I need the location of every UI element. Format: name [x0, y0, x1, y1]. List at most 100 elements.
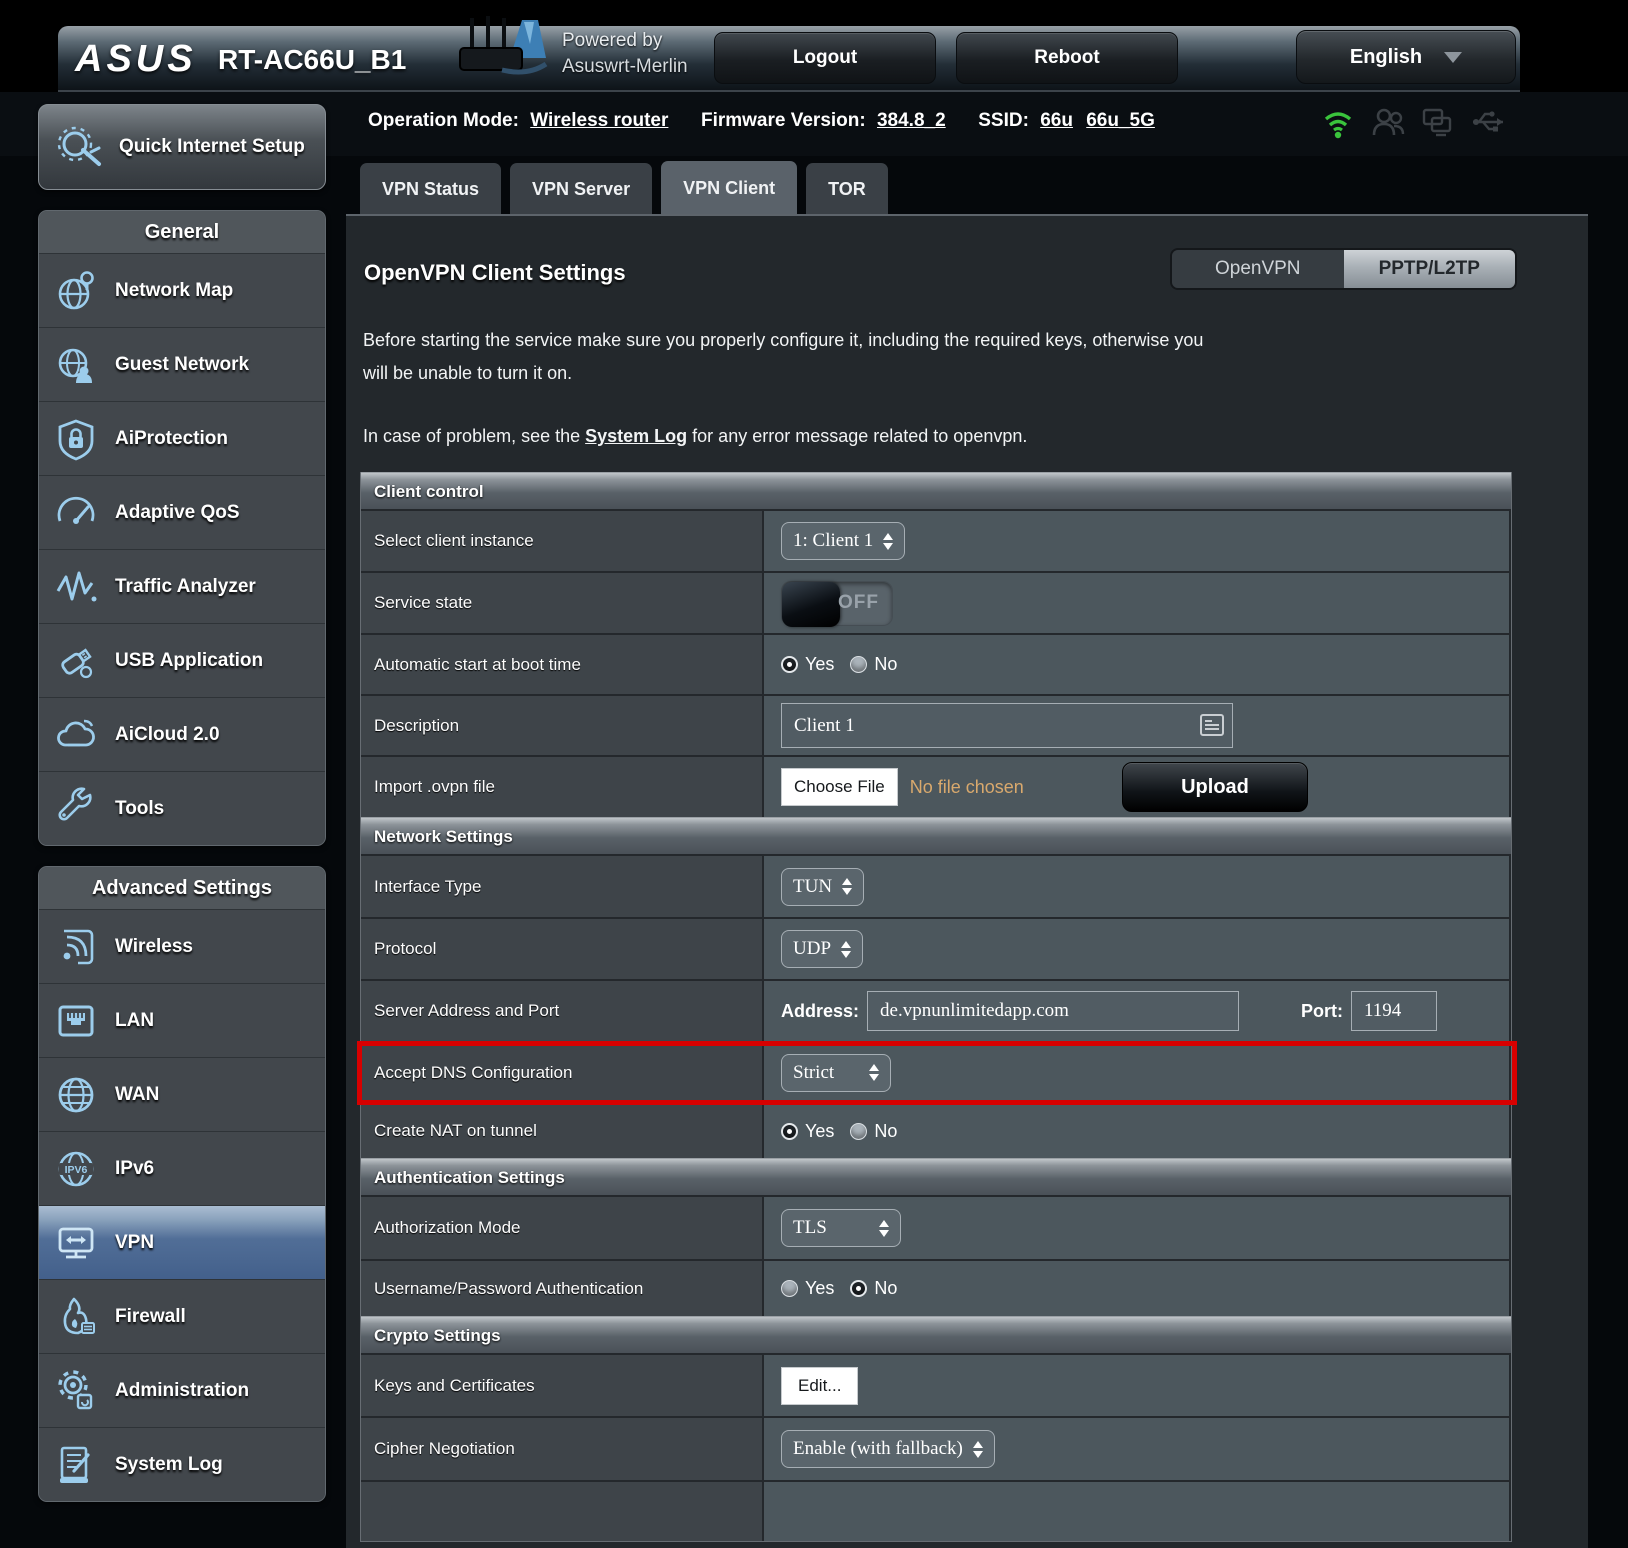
- toggle-knob: [782, 582, 840, 627]
- sidebar-item-adaptive-qos[interactable]: Adaptive QoS: [39, 475, 325, 549]
- sidebar: Quick Internet Setup General Network Map…: [38, 104, 326, 1502]
- select-arrows-icon: [842, 878, 852, 895]
- adaptive-qos-gauge-icon: [53, 490, 99, 536]
- openvpn-type-button[interactable]: OpenVPN: [1172, 250, 1344, 288]
- problem-hint-text: In case of problem, see the System Log f…: [363, 426, 1027, 447]
- select-arrows-icon: [869, 1064, 879, 1081]
- sidebar-item-aiprotection[interactable]: AiProtection: [39, 401, 325, 475]
- administration-gear-icon: [53, 1368, 99, 1414]
- main-content-panel: OpenVPN Client Settings OpenVPN PPTP/L2T…: [346, 214, 1588, 1548]
- no-file-chosen-text: No file chosen: [910, 777, 1024, 798]
- quick-internet-setup-button[interactable]: Quick Internet Setup: [38, 104, 326, 190]
- firmware-version-link[interactable]: 384.8_2: [877, 110, 946, 131]
- sidebar-item-ipv6[interactable]: IPV6 IPv6: [39, 1131, 325, 1205]
- sidebar-item-system-log[interactable]: System Log: [39, 1427, 325, 1501]
- ssid-24g-link[interactable]: 66u: [1040, 110, 1073, 131]
- userpass-no-radio[interactable]: [850, 1280, 867, 1297]
- userpass-yes-radio[interactable]: [781, 1280, 798, 1297]
- sidebar-item-administration[interactable]: Administration: [39, 1353, 325, 1427]
- sidebar-item-wan[interactable]: WAN: [39, 1057, 325, 1131]
- pptp-l2tp-type-button[interactable]: PPTP/L2TP: [1344, 250, 1516, 288]
- protocol-label: Protocol: [361, 919, 764, 979]
- clients-status-icon[interactable]: [1370, 104, 1406, 140]
- crypto-settings-header: Crypto Settings: [361, 1316, 1511, 1353]
- description-label: Description: [361, 696, 764, 755]
- sidebar-item-usb-application[interactable]: USB Application: [39, 623, 325, 697]
- authentication-settings-header: Authentication Settings: [361, 1158, 1511, 1195]
- sidebar-item-guest-network[interactable]: Guest Network: [39, 327, 325, 401]
- tools-wrench-icon: [53, 786, 99, 832]
- description-input[interactable]: [781, 703, 1233, 748]
- upload-button[interactable]: Upload: [1122, 762, 1308, 812]
- vpn-icon: [53, 1220, 99, 1266]
- client-instance-select[interactable]: 1: Client 1: [781, 522, 905, 560]
- edit-keys-button[interactable]: Edit...: [781, 1367, 858, 1405]
- openvpn-settings-table: Client control Select client instance 1:…: [360, 472, 1512, 1542]
- page-title: OpenVPN Client Settings: [364, 260, 626, 286]
- asus-logo: ASUS: [75, 38, 197, 81]
- sidebar-item-firewall[interactable]: Firewall: [39, 1279, 325, 1353]
- nat-yes-radio[interactable]: [781, 1123, 798, 1140]
- cipher-negotiation-select[interactable]: Enable (with fallback): [781, 1430, 995, 1468]
- tab-vpn-status[interactable]: VPN Status: [360, 163, 501, 215]
- contact-card-icon[interactable]: [1200, 714, 1224, 736]
- auto-start-yes-radio[interactable]: [781, 656, 798, 673]
- create-nat-label: Create NAT on tunnel: [361, 1104, 764, 1158]
- svg-text:IPV6: IPV6: [65, 1164, 88, 1176]
- tab-vpn-server[interactable]: VPN Server: [510, 163, 652, 215]
- sidebar-item-traffic-analyzer[interactable]: Traffic Analyzer: [39, 549, 325, 623]
- tab-vpn-client[interactable]: VPN Client: [661, 161, 797, 215]
- usb-status-icon[interactable]: [1470, 104, 1506, 140]
- select-arrows-icon: [883, 533, 893, 550]
- interface-type-select[interactable]: TUN: [781, 868, 864, 906]
- general-group: General Network Map Guest Network AiProt…: [38, 210, 326, 846]
- nat-no-radio[interactable]: [850, 1123, 867, 1140]
- sidebar-item-lan[interactable]: LAN: [39, 983, 325, 1057]
- top-header: ASUS RT-AC66U_B1 Powered by Asuswrt-Merl…: [0, 0, 1628, 92]
- accept-dns-select[interactable]: Strict: [781, 1054, 891, 1092]
- system-log-link[interactable]: System Log: [585, 426, 687, 446]
- quick-setup-icon: [55, 122, 105, 172]
- sidebar-item-wireless[interactable]: Wireless: [39, 909, 325, 983]
- printer-status-icon[interactable]: [1420, 104, 1456, 140]
- port-label: Port:: [1301, 1001, 1343, 1022]
- server-address-port-label: Server Address and Port: [361, 981, 764, 1041]
- advanced-settings-group: Advanced Settings Wireless LAN WAN IPV6 …: [38, 866, 326, 1502]
- chevron-down-icon: [1444, 52, 1462, 63]
- system-log-icon: [53, 1442, 99, 1488]
- select-arrows-icon: [879, 1220, 889, 1237]
- traffic-analyzer-icon: [53, 564, 99, 610]
- auto-start-no-radio[interactable]: [850, 656, 867, 673]
- server-port-input[interactable]: [1351, 991, 1437, 1031]
- sidebar-item-tools[interactable]: Tools: [39, 771, 325, 845]
- advanced-settings-header: Advanced Settings: [39, 867, 325, 909]
- choose-file-button[interactable]: Choose File: [781, 768, 898, 806]
- next-row-partial: [361, 1482, 764, 1541]
- reboot-button[interactable]: Reboot: [956, 32, 1178, 84]
- server-address-input[interactable]: [867, 991, 1239, 1031]
- router-model: RT-AC66U_B1: [218, 44, 406, 76]
- general-header: General: [39, 211, 325, 253]
- sidebar-item-aicloud[interactable]: AiCloud 2.0: [39, 697, 325, 771]
- wifi-status-icon[interactable]: [1320, 104, 1356, 140]
- language-select[interactable]: English: [1296, 30, 1516, 84]
- intro-text: Before starting the service make sure yo…: [363, 324, 1223, 390]
- tab-tor[interactable]: TOR: [806, 163, 888, 215]
- sidebar-item-vpn[interactable]: VPN: [39, 1205, 325, 1279]
- sidebar-item-network-map[interactable]: Network Map: [39, 253, 325, 327]
- system-info: Operation Mode: Wireless router Firmware…: [368, 110, 1163, 132]
- import-ovpn-label: Import .ovpn file: [361, 757, 764, 817]
- aiprotection-shield-icon: [53, 416, 99, 462]
- logout-button[interactable]: Logout: [714, 32, 936, 84]
- authorization-mode-select[interactable]: TLS: [781, 1209, 901, 1247]
- cipher-negotiation-label: Cipher Negotiation: [361, 1418, 764, 1480]
- ipv6-globe-icon: IPV6: [53, 1146, 99, 1192]
- address-label: Address:: [781, 1001, 859, 1022]
- ssid-5g-link[interactable]: 66u_5G: [1086, 110, 1155, 131]
- operation-mode-link[interactable]: Wireless router: [530, 110, 668, 131]
- interface-type-label: Interface Type: [361, 856, 764, 917]
- network-map-icon: [53, 268, 99, 314]
- userpass-auth-label: Username/Password Authentication: [361, 1261, 764, 1316]
- protocol-select[interactable]: UDP: [781, 930, 863, 968]
- service-state-toggle[interactable]: OFF: [781, 581, 893, 626]
